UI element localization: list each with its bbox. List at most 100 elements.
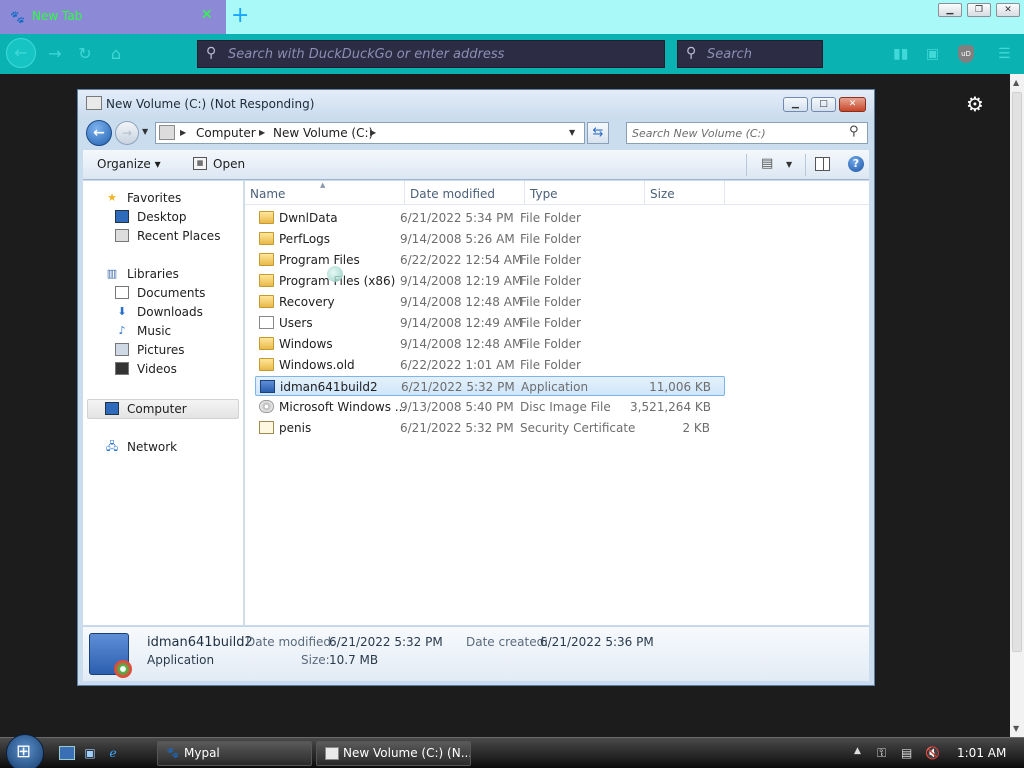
maximize-button[interactable]: □ [811, 97, 836, 112]
address-bar[interactable]: ▶ Computer ▶ New Volume (C:) ▶ ▼ [155, 122, 585, 144]
chevron-down-icon[interactable]: ▼ [142, 127, 148, 136]
url-bar[interactable]: ⚲ [197, 40, 665, 68]
scrollbar-thumb[interactable] [1012, 92, 1022, 652]
file-row[interactable]: idman641build2 6/21/2022 5:32 PM Applicati… [255, 376, 725, 396]
search-input[interactable] [707, 44, 819, 64]
column-date-modified[interactable]: Date modified [410, 187, 495, 201]
library-icon[interactable]: ▮▮ [893, 46, 908, 62]
toolbar-divider [805, 154, 806, 176]
nav-downloads[interactable]: Downloads [137, 305, 203, 319]
clock[interactable]: 1:01 AM [957, 746, 1006, 760]
nav-network[interactable]: Network [127, 440, 177, 454]
chevron-down-icon[interactable]: ▼ [569, 128, 575, 137]
volume-muted-icon[interactable]: 🔇 [925, 746, 940, 760]
file-row[interactable]: penis 6/21/2022 5:32 PM Security Certifica… [255, 418, 725, 438]
nav-music[interactable]: Music [137, 324, 171, 338]
nav-desktop[interactable]: Desktop [137, 210, 187, 224]
explorer-titlebar[interactable]: New Volume (C:) (Not Responding) ▁ □ ✕ [78, 90, 874, 118]
nav-computer[interactable]: Computer [127, 402, 187, 416]
page-scrollbar[interactable]: ▲ ▼ [1010, 74, 1024, 737]
nav-videos[interactable]: Videos [137, 362, 177, 376]
menu-icon[interactable]: ☰ [998, 46, 1011, 62]
file-row[interactable]: Program Files 6/22/2022 12:54 AM File Fold… [255, 250, 725, 270]
videos-icon [115, 362, 129, 375]
help-icon[interactable]: ? [848, 156, 864, 172]
nav-recent-places[interactable]: Recent Places [137, 229, 220, 243]
scroll-up-icon[interactable]: ▲ [1013, 78, 1019, 87]
taskbar-item-mypal[interactable]: 🐾 Mypal [157, 741, 312, 766]
switch-windows-icon[interactable]: ▣ [82, 746, 98, 760]
tray-expand-icon[interactable]: ▲ [854, 746, 861, 756]
column-type[interactable]: Type [530, 187, 558, 201]
file-row[interactable]: Windows.old 6/22/2022 1:01 AM File Folder [255, 355, 725, 375]
network-status-icon[interactable]: ▤ [901, 746, 912, 760]
search-bar[interactable]: ⚲ [677, 40, 823, 68]
start-button[interactable] [6, 734, 44, 768]
file-type: File Folder [520, 253, 581, 267]
details-date-modified-label: Date modified: [246, 635, 336, 649]
column-divider[interactable] [404, 181, 405, 205]
column-divider[interactable] [724, 181, 725, 205]
nav-libraries[interactable]: Libraries [127, 267, 179, 281]
breadcrumb-new-volume[interactable]: New Volume (C:) [273, 126, 373, 140]
file-row[interactable]: Users 9/14/2008 12:49 AM File Folder [255, 313, 725, 333]
minimize-button[interactable]: ▁ [938, 3, 962, 17]
column-divider[interactable] [644, 181, 645, 205]
chevron-down-icon[interactable]: ▼ [786, 160, 792, 169]
application-icon [260, 380, 275, 393]
tab-title: New Tab [32, 9, 83, 23]
nav-pictures[interactable]: Pictures [137, 343, 185, 357]
refresh-icon[interactable]: ⇆ [587, 122, 609, 144]
forward-arrow-icon[interactable]: → [115, 121, 139, 145]
reload-icon[interactable]: ↻ [73, 42, 97, 66]
details-date-modified: 6/21/2022 5:32 PM [329, 635, 443, 649]
file-row[interactable]: Recovery 9/14/2008 12:48 AM File Folder [255, 292, 725, 312]
back-arrow-icon[interactable]: ← [86, 120, 112, 146]
internet-explorer-icon[interactable]: ℯ [105, 746, 121, 760]
organize-button[interactable]: Organize ▾ [97, 157, 161, 171]
tab-new-tab[interactable]: 🐾 New Tab ✕ [0, 0, 226, 34]
column-name[interactable]: Name [250, 187, 285, 201]
preview-pane-icon[interactable] [815, 157, 830, 171]
file-row[interactable]: Program Files (x86) 9/14/2008 12:19 AM Fil… [255, 271, 725, 291]
chevron-right-icon[interactable]: ▶ [370, 128, 376, 137]
sidebar-icon[interactable]: ▣ [926, 46, 939, 62]
file-row[interactable]: PerfLogs 9/14/2008 5:26 AM File Folder [255, 229, 725, 249]
column-size[interactable]: Size [650, 187, 675, 201]
chevron-right-icon[interactable]: ▶ [180, 128, 186, 137]
gear-icon[interactable]: ⚙ [966, 92, 984, 116]
ublock-icon[interactable]: uD [958, 45, 974, 63]
column-header: ▲ Name Date modified Type Size [245, 181, 869, 205]
folder-icon [259, 253, 274, 266]
breadcrumb-computer[interactable]: Computer [196, 126, 256, 140]
home-icon[interactable]: ⌂ [104, 42, 128, 66]
explorer-search-box[interactable]: ⚲ [626, 122, 868, 144]
close-button[interactable]: ✕ [839, 97, 866, 112]
file-date: 9/14/2008 12:49 AM [400, 316, 523, 330]
chevron-right-icon[interactable]: ▶ [259, 128, 265, 137]
url-input[interactable] [228, 44, 658, 64]
column-divider[interactable] [524, 181, 525, 205]
file-row[interactable]: Windows 9/14/2008 12:48 AM File Folder [255, 334, 725, 354]
explorer-search-input[interactable] [632, 125, 842, 141]
taskbar-item-explorer[interactable]: New Volume (C:) (N... [316, 741, 471, 766]
nav-favorites[interactable]: Favorites [127, 191, 181, 205]
back-arrow-icon[interactable]: ← [6, 38, 36, 68]
file-row[interactable]: DwnlData 6/21/2022 5:34 PM File Folder [255, 208, 725, 228]
scroll-down-icon[interactable]: ▼ [1013, 724, 1019, 733]
open-icon: ▦ [193, 157, 207, 170]
nav-documents[interactable]: Documents [137, 286, 205, 300]
tab-close-icon[interactable]: ✕ [201, 7, 213, 23]
search-icon[interactable]: ⚲ [849, 124, 859, 139]
new-tab-button[interactable]: + [231, 3, 249, 29]
open-button[interactable]: Open [213, 157, 245, 171]
security-icon[interactable]: ⚿ [877, 746, 886, 761]
minimize-button[interactable]: ▁ [783, 97, 808, 112]
restore-button[interactable]: ❐ [967, 3, 991, 17]
close-window-button[interactable]: ✕ [996, 3, 1020, 17]
forward-arrow-icon[interactable]: → [43, 42, 67, 66]
file-row[interactable]: Microsoft Windows ... 9/13/2008 5:40 PM Di… [255, 397, 725, 417]
views-icon[interactable]: ▤ [761, 156, 773, 171]
file-date: 6/21/2022 5:32 PM [401, 380, 515, 394]
show-desktop-icon[interactable] [59, 746, 75, 760]
